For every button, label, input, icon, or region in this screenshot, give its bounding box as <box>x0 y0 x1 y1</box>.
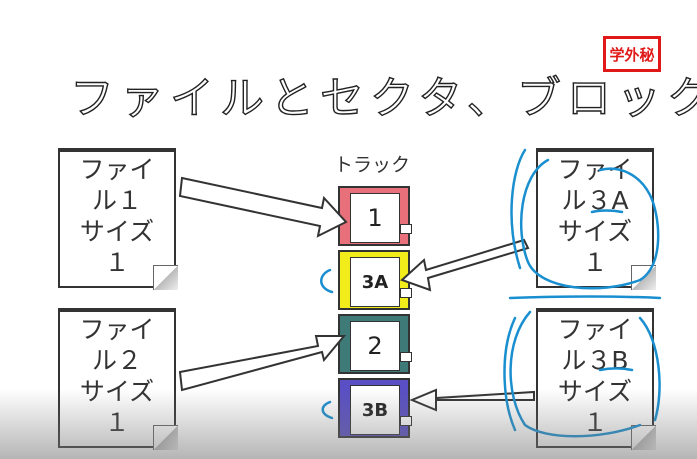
track-block-3a-label: 3A <box>350 257 400 307</box>
track-label: トラック <box>334 154 411 176</box>
track-block-1-label: 1 <box>350 193 400 243</box>
arrow-file3a-to-block3a <box>400 238 530 292</box>
file-1-line-2: ル１ <box>91 186 142 215</box>
file-1-line-1: ファイ <box>79 155 155 184</box>
track-block-3a: 3A <box>338 250 412 310</box>
confidential-stamp: 学外秘 <box>603 36 661 72</box>
file-3a-document: ファイ ル３A サイズ １ <box>536 148 656 290</box>
page-fold-icon <box>631 265 656 290</box>
file-3a-line-2: ル３A <box>561 186 629 215</box>
file-2-line-1: ファイ <box>79 315 155 344</box>
arrow-file1-to-block1 <box>178 176 348 238</box>
file-3a-line-1: ファイ <box>557 155 633 184</box>
bottom-shadow <box>0 389 697 459</box>
file-2-line-2: ル２ <box>91 346 142 375</box>
file-3a-line-3: サイズ <box>557 217 633 246</box>
page-fold-icon <box>153 265 178 290</box>
file-1-line-3: サイズ <box>79 217 155 246</box>
file-3b-line-2: ル３B <box>561 346 629 375</box>
track-block-2-label: 2 <box>350 321 400 371</box>
slide-title: ファイルとセクタ、ブロック <box>69 72 697 124</box>
file-1-document: ファイ ル１ サイズ １ <box>58 148 178 290</box>
arrow-file2-to-block2 <box>178 335 347 392</box>
track-block-2: 2 <box>338 314 412 374</box>
file-3b-line-1: ファイ <box>557 315 633 344</box>
track-block-1: 1 <box>338 186 412 246</box>
